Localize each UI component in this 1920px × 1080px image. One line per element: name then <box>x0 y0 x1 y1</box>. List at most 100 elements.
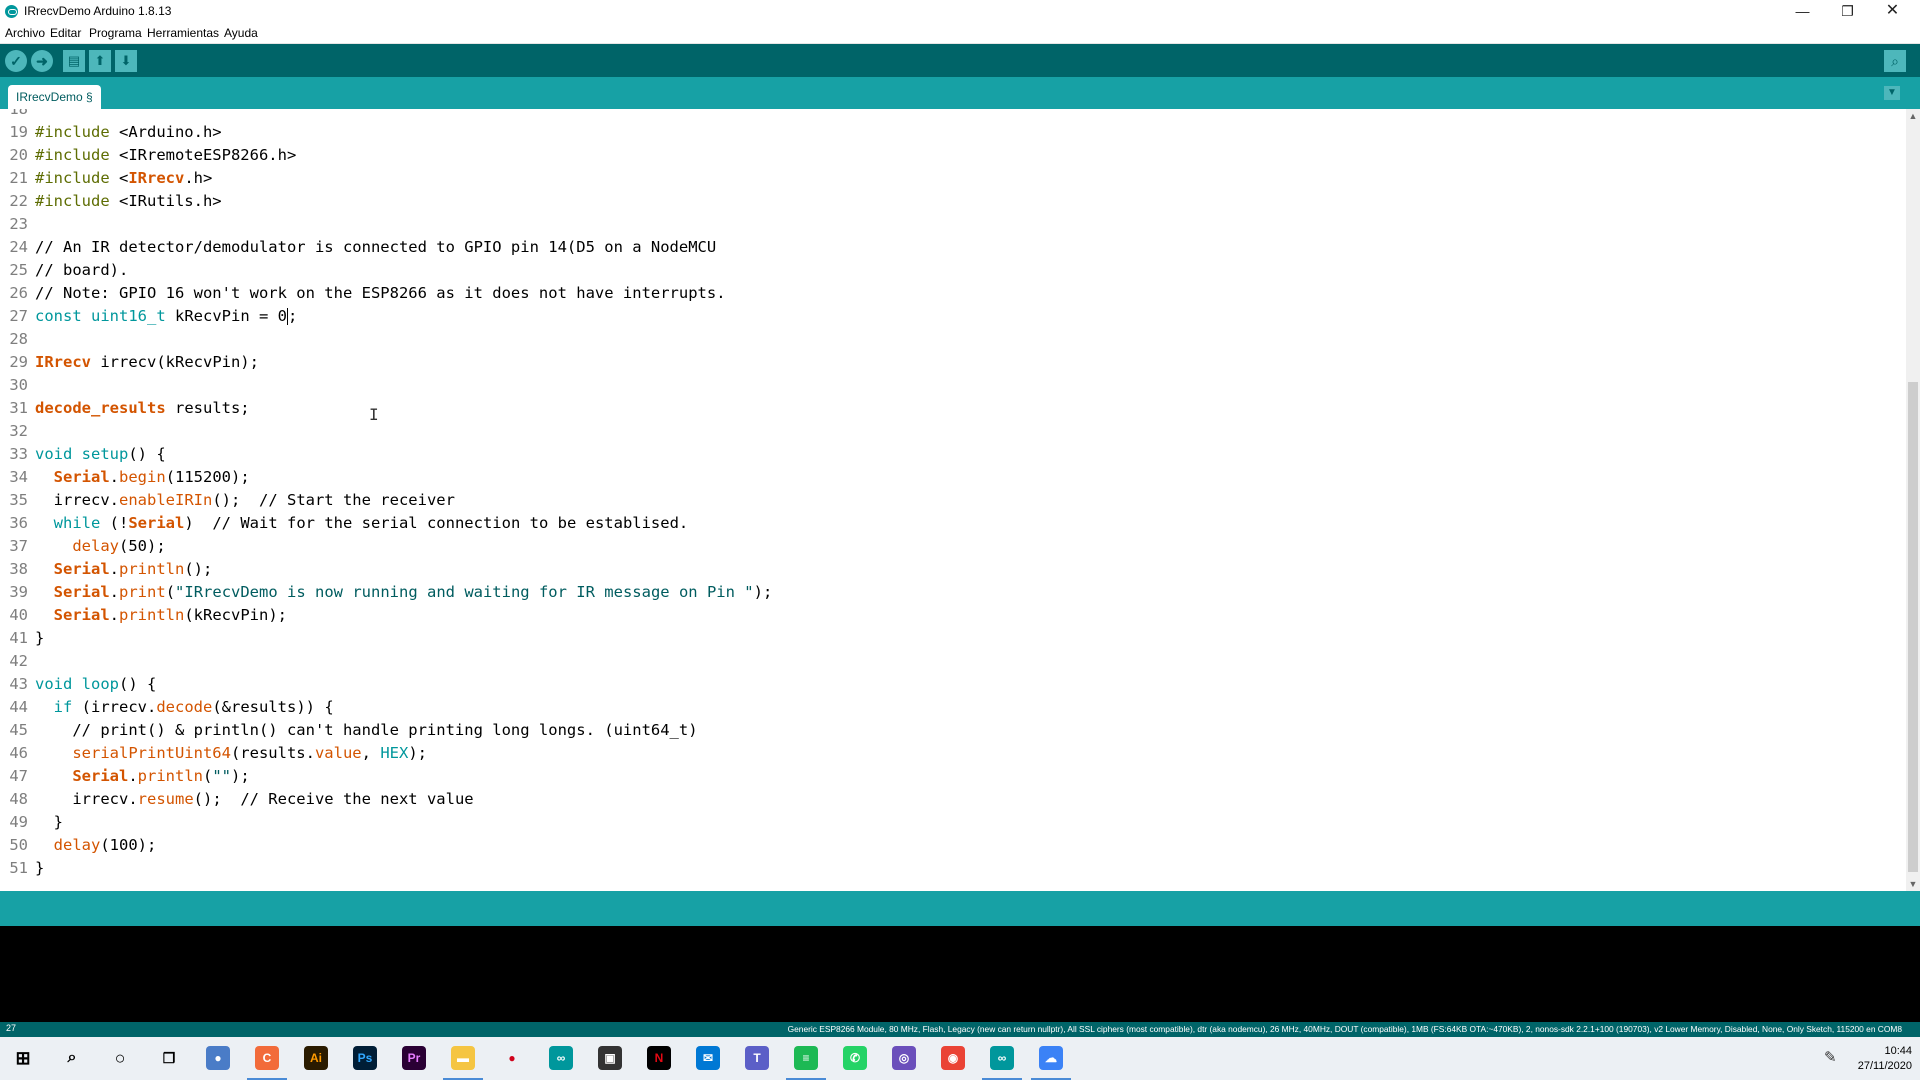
code-line: 51} <box>9 859 45 877</box>
save-sketch-button[interactable]: ⬇ <box>115 50 137 72</box>
code-line: 19 #include <Arduino.h> <box>9 123 222 141</box>
photoshop-icon[interactable]: Ps <box>353 1046 377 1070</box>
code-line: 38 Serial.println(); <box>9 560 213 578</box>
code-line: 49 } <box>9 813 63 831</box>
arduino-icon[interactable]: ∞ <box>549 1046 573 1070</box>
whatsapp-icon[interactable]: ✆ <box>843 1046 867 1070</box>
menu-ayuda[interactable]: Ayuda <box>224 26 258 40</box>
menu-herramientas[interactable]: Herramientas <box>147 26 219 40</box>
code-line: 44 if (irrecv.decode(&results)) { <box>9 698 334 716</box>
code-line: 45 // print() & println() can't handle p… <box>9 721 698 739</box>
code-line: 32 <box>9 422 28 440</box>
browser-icon[interactable]: ● <box>206 1046 230 1070</box>
premiere-icon[interactable]: Pr <box>402 1046 426 1070</box>
code-line: 42 <box>9 652 28 670</box>
restore-button[interactable]: ❐ <box>1825 0 1870 23</box>
code-line: 25// board). <box>9 261 129 279</box>
tab-menu-button[interactable]: ▼ <box>1884 86 1900 100</box>
serial-monitor-button[interactable]: ⌕ <box>1884 50 1906 72</box>
code-line: 20 #include <IRremoteESP8266.h> <box>9 146 297 164</box>
code-line: 36 while (!Serial) // Wait for the seria… <box>9 514 689 532</box>
arrow-down-icon: ⬇ <box>120 53 132 68</box>
chevron-down-icon: ▼ <box>1887 87 1897 98</box>
scroll-up-arrow-icon[interactable]: ▲ <box>1906 109 1920 123</box>
code-line: 26// Note: GPIO 16 won't work on the ESP… <box>9 284 726 302</box>
current-line-number: 27 <box>6 1023 17 1033</box>
code-line: 50 delay(100); <box>9 836 157 854</box>
scroll-down-arrow-icon[interactable]: ▼ <box>1906 877 1920 891</box>
menu-archivo[interactable]: Archivo <box>5 26 45 40</box>
tab-bar: IRrecvDemo § ▼ <box>0 77 1920 109</box>
windows-taskbar: ⊞ ⌕ ○ ❐ ● C Ai Ps Pr ▬ ● ∞ ▣ N ✉ T ≡ ✆ ◎… <box>0 1037 1920 1080</box>
teams-icon[interactable]: T <box>745 1046 769 1070</box>
spotify-icon[interactable]: ≡ <box>786 1046 826 1080</box>
code-line: 23 <box>9 215 28 233</box>
netflix-icon[interactable]: N <box>647 1046 671 1070</box>
title-bar: IRrecvDemo Arduino 1.8.13 — ❐ ✕ <box>0 0 1920 23</box>
code-line: 41} <box>9 629 45 647</box>
text-caret <box>287 308 288 325</box>
illustrator-icon[interactable]: Ai <box>304 1046 328 1070</box>
app-purple-icon[interactable]: ◎ <box>892 1046 916 1070</box>
status-bar <box>0 891 1920 926</box>
code-line: 46 serialPrintUint64(results.value, HEX)… <box>9 744 427 762</box>
cortana-icon[interactable]: ○ <box>108 1046 132 1070</box>
text-cursor-icon: I <box>369 405 379 424</box>
menu-editar[interactable]: Editar <box>50 26 81 40</box>
code-line: 18 <box>9 109 28 118</box>
code-line: 31 decode_results results; <box>9 399 250 417</box>
code-line: 39 Serial.print("IRrecvDemo is now runni… <box>9 583 773 601</box>
scroll-thumb[interactable] <box>1908 382 1918 872</box>
close-button[interactable]: ✕ <box>1870 0 1915 23</box>
new-sketch-button[interactable]: ▤ <box>63 50 85 72</box>
upload-button[interactable]: ➜ <box>31 50 53 72</box>
mail-icon[interactable]: ✉ <box>696 1046 720 1070</box>
menu-bar: Archivo Editar Programa Herramientas Ayu… <box>0 23 1920 44</box>
clock-time: 10:44 <box>1884 1045 1912 1057</box>
code-line: 35 irrecv.enableIRIn(); // Start the rec… <box>9 491 455 509</box>
code-line: 29 IRrecv irrecv(kRecvPin); <box>9 353 259 371</box>
code-line: 24// An IR detector/demodulator is conne… <box>9 238 717 256</box>
editor-scrollbar[interactable]: ▲ ▼ <box>1906 109 1920 891</box>
board-info: Generic ESP8266 Module, 80 MHz, Flash, L… <box>787 1024 1902 1034</box>
minimize-button[interactable]: — <box>1780 0 1825 23</box>
code-editor[interactable]: 18 19 #include <Arduino.h> 20 #include <IR… <box>0 109 1906 891</box>
app-orange-icon[interactable]: C <box>247 1046 287 1080</box>
code-line: 48 irrecv.resume(); // Receive the next … <box>9 790 474 808</box>
code-line: 34 Serial.begin(115200); <box>9 468 250 486</box>
pen-icon[interactable]: ✎ <box>1824 1048 1837 1066</box>
arduino-active-icon[interactable]: ∞ <box>982 1046 1022 1080</box>
store-icon[interactable]: ▣ <box>598 1046 622 1070</box>
file-explorer-icon[interactable]: ▬ <box>443 1046 483 1080</box>
check-icon: ✓ <box>10 53 22 69</box>
task-view-icon[interactable]: ❐ <box>157 1046 181 1070</box>
verify-button[interactable]: ✓ <box>5 50 27 72</box>
code-line: 27 const uint16_t kRecvPin = 0; <box>9 307 298 325</box>
footer-bar: 27 Generic ESP8266 Module, 80 MHz, Flash… <box>0 1022 1920 1037</box>
code-line: 28 <box>9 330 28 348</box>
page-icon: ▤ <box>67 53 81 68</box>
code-line: 43 void loop() { <box>9 675 157 693</box>
tab-irrecvdemo[interactable]: IRrecvDemo § <box>8 85 101 109</box>
code-line: 22 #include <IRutils.h> <box>9 192 222 210</box>
toolbar: ✓ ➜ ▤ ⬆ ⬇ ⌕ <box>0 44 1920 77</box>
search-icon[interactable]: ⌕ <box>60 1046 84 1070</box>
magnifier-icon: ⌕ <box>1891 53 1899 69</box>
code-line: 37 delay(50); <box>9 537 166 555</box>
open-sketch-button[interactable]: ⬆ <box>89 50 111 72</box>
code-line: 40 Serial.println(kRecvPin); <box>9 606 287 624</box>
code-line: 47 Serial.println(""); <box>9 767 250 785</box>
console-output[interactable] <box>0 926 1920 1022</box>
code-line: 21 #include <IRrecv.h> <box>9 169 213 187</box>
chrome-icon[interactable]: ◉ <box>941 1046 965 1070</box>
app-blue-icon[interactable]: ☁ <box>1031 1046 1071 1080</box>
start-icon[interactable]: ⊞ <box>11 1046 35 1070</box>
arduino-logo-icon <box>5 5 18 18</box>
arrow-up-icon: ⬆ <box>94 53 106 68</box>
app-red-icon[interactable]: ● <box>500 1046 524 1070</box>
menu-programa[interactable]: Programa <box>89 26 142 40</box>
window-title: IRrecvDemo Arduino 1.8.13 <box>24 4 172 18</box>
code-line: 30 <box>9 376 28 394</box>
code-line: 33 void setup() { <box>9 445 166 463</box>
system-clock[interactable]: 10:44 27/11/2020 <box>1840 1044 1912 1074</box>
